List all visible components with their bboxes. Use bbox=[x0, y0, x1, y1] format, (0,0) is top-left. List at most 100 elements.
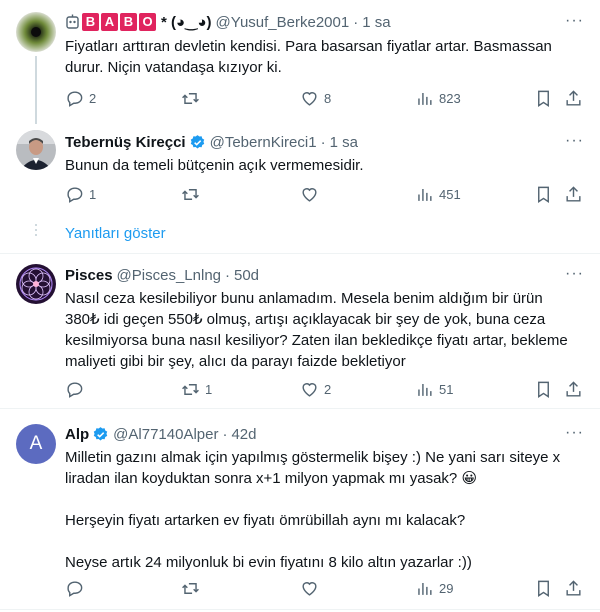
bookmark-icon bbox=[538, 381, 549, 398]
show-replies-link[interactable]: Yanıtları göster bbox=[65, 225, 166, 242]
tweet-text: Milletin gazını almak için yapılmış göst… bbox=[65, 447, 580, 573]
share-icon bbox=[566, 580, 581, 596]
views-chart-icon bbox=[418, 92, 432, 105]
user-handle[interactable]: @Al77140Alper bbox=[113, 426, 218, 443]
share-icon bbox=[566, 381, 581, 397]
tweet-1[interactable]: BABO * (◕‿◕) @Yusuf_Berke2001 · 1 sa ···… bbox=[0, 0, 600, 124]
tweet-text: Bunun da temeli bütçenin açık vermemesid… bbox=[65, 155, 580, 176]
share-button[interactable] bbox=[564, 380, 583, 399]
more-horizontal-icon[interactable]: ··· bbox=[565, 424, 584, 442]
retweet-count: 1 bbox=[205, 382, 213, 397]
like-count: 2 bbox=[324, 382, 332, 397]
badge-letter: A bbox=[101, 13, 118, 31]
tweet-header: Alp @Al77140Alper · 42d bbox=[65, 424, 584, 444]
retweet-button[interactable] bbox=[181, 579, 205, 598]
bookmark-button[interactable] bbox=[534, 380, 553, 399]
reply-icon bbox=[67, 581, 83, 597]
reply-button[interactable] bbox=[65, 380, 89, 399]
bookmark-button[interactable] bbox=[534, 89, 553, 108]
view-count: 451 bbox=[439, 187, 461, 202]
bookmark-button[interactable] bbox=[534, 185, 553, 204]
bookmark-icon bbox=[538, 90, 549, 107]
tweet-paragraph: Fiyatları arttıran devletin kendisi. Par… bbox=[65, 38, 552, 76]
reply-button[interactable]: 2 bbox=[65, 89, 96, 108]
like-button[interactable] bbox=[300, 579, 324, 598]
bookmark-button[interactable] bbox=[534, 579, 553, 598]
views-button[interactable]: 451 bbox=[415, 185, 461, 204]
tweet-paragraph: Herşeyin fiyatı artarken ev fiyatı ömrüb… bbox=[65, 512, 466, 529]
badge-letter: B bbox=[120, 13, 137, 31]
avatar-letter: A bbox=[29, 433, 43, 454]
view-count: 29 bbox=[439, 581, 454, 596]
retweet-icon bbox=[182, 384, 199, 395]
retweet-button[interactable] bbox=[181, 89, 205, 108]
like-count: 8 bbox=[324, 91, 332, 106]
separator-dot: · bbox=[320, 133, 326, 151]
reply-button[interactable] bbox=[65, 579, 89, 598]
views-button[interactable]: 29 bbox=[415, 579, 453, 598]
share-icon bbox=[566, 186, 581, 202]
tweet-header: Tebernüş Kireçci @TebernKireci1 · 1 sa bbox=[65, 132, 584, 152]
separator-dot: · bbox=[225, 266, 230, 284]
avatar[interactable] bbox=[16, 12, 56, 52]
reply-icon bbox=[67, 91, 83, 107]
more-horizontal-icon[interactable]: ··· bbox=[565, 12, 584, 30]
badge-letter: B bbox=[82, 13, 99, 31]
reply-icon bbox=[67, 187, 83, 203]
tweet-text: Fiyatları arttıran devletin kendisi. Par… bbox=[65, 36, 580, 78]
views-button[interactable]: 823 bbox=[415, 89, 461, 108]
collapsed-thread-dots bbox=[35, 224, 37, 239]
verified-badge-icon bbox=[190, 134, 204, 148]
tweet-3[interactable]: Pisces @Pisces_Lnlng · 50d ··· Nasıl cez… bbox=[0, 254, 600, 406]
share-button[interactable] bbox=[564, 89, 583, 108]
retweet-icon bbox=[182, 189, 199, 200]
tweet-paragraph: Bunun da temeli bütçenin açık vermemesid… bbox=[65, 157, 364, 174]
timestamp[interactable]: 50d bbox=[234, 267, 259, 284]
reply-count: 2 bbox=[89, 91, 97, 106]
user-handle[interactable]: @TebernKireci1 bbox=[210, 134, 317, 151]
heart-icon bbox=[302, 92, 317, 106]
retweet-button[interactable]: 1 bbox=[181, 380, 212, 399]
tweet-actions: 29 bbox=[65, 579, 585, 599]
separator-dot: · bbox=[353, 13, 359, 31]
retweet-button[interactable] bbox=[181, 185, 205, 204]
timestamp[interactable]: 1 sa bbox=[362, 14, 390, 31]
sacred-geometry-avatar-image bbox=[16, 264, 56, 304]
heart-icon bbox=[302, 383, 317, 397]
views-chart-icon bbox=[418, 582, 432, 595]
tweet-2[interactable]: Tebernüş Kireçci @TebernKireci1 · 1 sa ·… bbox=[0, 120, 600, 218]
tweet-actions: 1 451 bbox=[65, 185, 585, 205]
timestamp[interactable]: 42d bbox=[231, 426, 256, 443]
reply-button[interactable]: 1 bbox=[65, 185, 96, 204]
babo-badge: BABO bbox=[82, 13, 158, 31]
view-count: 51 bbox=[439, 382, 454, 397]
avatar[interactable] bbox=[16, 264, 56, 304]
tweet-actions: 1 2 51 bbox=[65, 380, 585, 400]
heart-icon bbox=[302, 582, 317, 596]
display-name[interactable]: Pisces bbox=[65, 267, 113, 284]
more-horizontal-icon[interactable]: ··· bbox=[565, 265, 584, 283]
views-button[interactable]: 51 bbox=[415, 380, 453, 399]
timestamp[interactable]: 1 sa bbox=[330, 134, 358, 151]
like-button[interactable] bbox=[300, 185, 324, 204]
display-name-extra[interactable]: * (◕‿◕) bbox=[161, 13, 212, 31]
like-button[interactable]: 2 bbox=[300, 380, 331, 399]
reply-count: 1 bbox=[89, 187, 97, 202]
tweet-paragraph: Nasıl ceza kesilebiliyor bunu anlamadım.… bbox=[65, 290, 568, 370]
view-count: 823 bbox=[439, 91, 461, 106]
user-handle[interactable]: @Yusuf_Berke2001 bbox=[216, 14, 350, 31]
avatar[interactable]: A bbox=[16, 424, 56, 464]
share-button[interactable] bbox=[564, 185, 583, 204]
portrait-avatar-image bbox=[16, 130, 56, 170]
avatar[interactable] bbox=[16, 130, 56, 170]
like-button[interactable]: 8 bbox=[300, 89, 331, 108]
share-button[interactable] bbox=[564, 579, 583, 598]
more-horizontal-icon[interactable]: ··· bbox=[565, 132, 584, 150]
views-chart-icon bbox=[418, 188, 432, 201]
heart-icon bbox=[302, 188, 317, 202]
separator-dot: · bbox=[222, 425, 228, 443]
display-name[interactable]: Tebernüş Kireçci bbox=[65, 134, 186, 151]
tweet-4[interactable]: A Alp @Al77140Alper · 42d ··· Milletin g… bbox=[0, 409, 600, 612]
user-handle[interactable]: @Pisces_Lnlng bbox=[117, 267, 221, 284]
display-name[interactable]: Alp bbox=[65, 426, 89, 443]
